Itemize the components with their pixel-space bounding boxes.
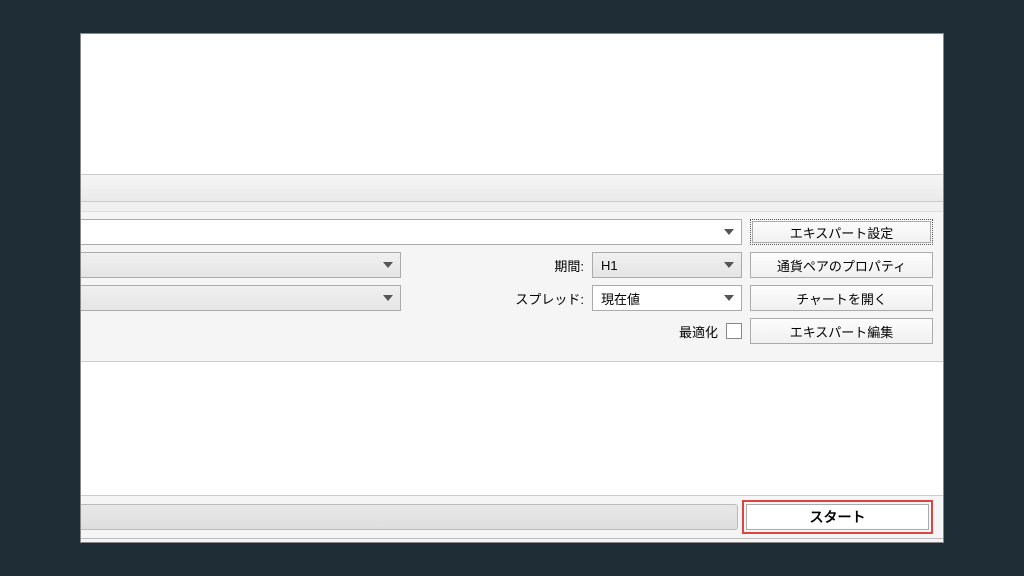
period-label: 期間:: [554, 256, 584, 275]
button-label: エキスパート設定: [790, 223, 894, 242]
spread-label: スプレッド:: [515, 289, 584, 308]
period-dropdown[interactable]: H1: [592, 252, 742, 278]
upper-blank-area: [81, 34, 943, 174]
expert-edit-button[interactable]: エキスパート編集: [750, 318, 933, 344]
open-chart-button[interactable]: チャートを開く: [750, 285, 933, 311]
row-expert: エキスパート設定: [81, 219, 933, 245]
start-row: スタート: [81, 496, 943, 538]
chevron-down-icon: [380, 262, 396, 268]
spread-dropdown-value: 現在値: [601, 289, 640, 308]
optimize-checkbox[interactable]: [726, 323, 742, 339]
bottom-bar: スタート: [81, 495, 943, 542]
row-period: 期間: H1 通貨ペアのプロパティ: [81, 252, 933, 278]
button-label: スタート: [810, 507, 866, 527]
section-divider: [81, 174, 943, 202]
section-divider-thin: [81, 202, 943, 212]
row-optimize: 最適化 エキスパート編集: [81, 318, 933, 344]
row-spread: スプレッド: 現在値 チャートを開く: [81, 285, 933, 311]
chevron-down-icon: [721, 229, 737, 235]
symbol-properties-button[interactable]: 通貨ペアのプロパティ: [750, 252, 933, 278]
button-label: エキスパート編集: [790, 322, 894, 341]
chevron-down-icon: [721, 295, 737, 301]
strategy-tester-window: エキスパート設定 期間: H1 通貨ペアのプロパティ: [80, 33, 944, 543]
button-label: 通貨ペアのプロパティ: [777, 256, 906, 275]
chevron-down-icon: [721, 262, 737, 268]
model-dropdown[interactable]: [81, 285, 401, 311]
symbol-dropdown[interactable]: [81, 252, 401, 278]
settings-form: エキスパート設定 期間: H1 通貨ペアのプロパティ: [81, 212, 943, 362]
bottom-rule: [81, 538, 943, 542]
expert-settings-button[interactable]: エキスパート設定: [750, 219, 933, 245]
expert-dropdown[interactable]: [81, 219, 742, 245]
spread-dropdown[interactable]: 現在値: [592, 285, 742, 311]
progress-bar: [81, 504, 738, 530]
start-button[interactable]: スタート: [746, 504, 929, 530]
chevron-down-icon: [380, 295, 396, 301]
optimize-label: 最適化: [679, 322, 718, 341]
period-dropdown-value: H1: [601, 258, 618, 273]
button-label: チャートを開く: [796, 289, 887, 308]
